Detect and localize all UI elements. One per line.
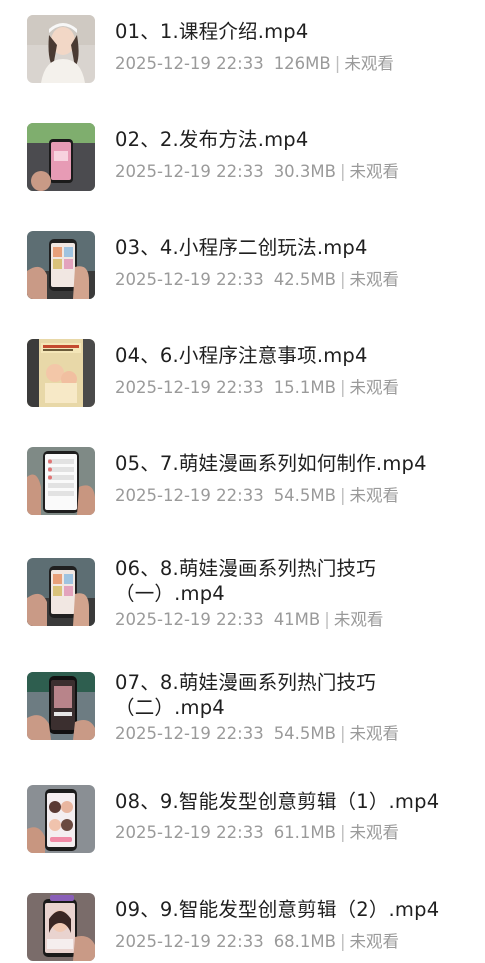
video-file-meta: 2025-12-19 22:33 30.3MB | 未观看 bbox=[115, 161, 399, 183]
meta-divider: | bbox=[339, 486, 346, 505]
video-file-meta: 2025-12-19 22:33 126MB | 未观看 bbox=[115, 53, 394, 75]
meta-divider: | bbox=[334, 54, 341, 73]
video-file-title: 05、7.萌娃漫画系列如何制作.mp4 bbox=[115, 452, 427, 475]
file-size: 15.1MB bbox=[273, 378, 336, 397]
video-file-title: 06、8.萌娃漫画系列热门技巧（一）.mp4 bbox=[115, 557, 376, 605]
video-file-meta: 2025-12-19 22:33 68.1MB | 未观看 bbox=[115, 931, 399, 953]
video-file-title: 08、9.智能发型创意剪辑（1）.mp4 bbox=[115, 790, 440, 813]
meta-divider: | bbox=[339, 724, 346, 743]
watch-status: 未观看 bbox=[349, 724, 400, 743]
watch-status: 未观看 bbox=[349, 823, 400, 842]
video-thumbnail[interactable] bbox=[27, 15, 95, 83]
video-file-title: 04、6.小程序注意事项.mp4 bbox=[115, 344, 368, 367]
video-file-meta: 2025-12-19 22:33 54.5MB | 未观看 bbox=[115, 485, 399, 507]
video-file-meta: 2025-12-19 22:33 42.5MB | 未观看 bbox=[115, 269, 399, 291]
video-thumbnail[interactable] bbox=[27, 558, 95, 626]
watch-status: 未观看 bbox=[349, 270, 400, 289]
file-date: 2025-12-19 22:33 bbox=[115, 54, 264, 73]
file-size: 41MB bbox=[273, 610, 321, 629]
video-thumbnail[interactable] bbox=[27, 447, 95, 515]
file-date: 2025-12-19 22:33 bbox=[115, 610, 264, 629]
file-date: 2025-12-19 22:33 bbox=[115, 378, 264, 397]
file-size: 68.1MB bbox=[273, 932, 336, 951]
file-size: 126MB bbox=[273, 54, 331, 73]
file-date: 2025-12-19 22:33 bbox=[115, 486, 264, 505]
video-thumbnail[interactable] bbox=[27, 231, 95, 299]
watch-status: 未观看 bbox=[349, 378, 400, 397]
watch-status: 未观看 bbox=[333, 610, 384, 629]
meta-divider: | bbox=[339, 270, 346, 289]
watch-status: 未观看 bbox=[344, 54, 394, 73]
meta-divider: | bbox=[339, 378, 346, 397]
file-date: 2025-12-19 22:33 bbox=[115, 823, 264, 842]
meta-divider: | bbox=[324, 610, 330, 629]
video-file-title: 03、4.小程序二创玩法.mp4 bbox=[115, 236, 368, 259]
video-file-list: 01、1.课程介绍.mp4 2025-12-19 22:33 126MB | 未观看 02… bbox=[0, 0, 485, 963]
watch-status: 未观看 bbox=[349, 932, 400, 951]
video-file-meta: 2025-12-19 22:33 15.1MB | 未观看 bbox=[115, 377, 399, 399]
video-thumbnail[interactable] bbox=[27, 339, 95, 407]
video-thumbnail[interactable] bbox=[27, 123, 95, 191]
file-size: 30.3MB bbox=[273, 162, 336, 181]
file-size: 61.1MB bbox=[273, 823, 336, 842]
video-thumbnail[interactable] bbox=[27, 893, 95, 961]
file-size: 42.5MB bbox=[273, 270, 336, 289]
video-file-meta: 2025-12-19 22:33 41MB | 未观看 bbox=[115, 609, 383, 631]
file-date: 2025-12-19 22:33 bbox=[115, 724, 264, 743]
video-file-title: 01、1.课程介绍.mp4 bbox=[115, 20, 309, 43]
video-file-meta: 2025-12-19 22:33 54.5MB | 未观看 bbox=[115, 723, 399, 745]
file-date: 2025-12-19 22:33 bbox=[115, 270, 264, 289]
file-date: 2025-12-19 22:33 bbox=[115, 162, 264, 181]
file-date: 2025-12-19 22:33 bbox=[115, 932, 264, 951]
meta-divider: | bbox=[339, 162, 346, 181]
video-file-title: 02、2.发布方法.mp4 bbox=[115, 128, 309, 151]
video-file-title: 07、8.萌娃漫画系列热门技巧（二）.mp4 bbox=[115, 671, 376, 719]
file-size: 54.5MB bbox=[273, 724, 336, 743]
meta-divider: | bbox=[339, 823, 346, 842]
meta-divider: | bbox=[339, 932, 346, 951]
video-thumbnail[interactable] bbox=[27, 672, 95, 740]
watch-status: 未观看 bbox=[349, 486, 400, 505]
video-file-title: 09、9.智能发型创意剪辑（2）.mp4 bbox=[115, 898, 440, 921]
watch-status: 未观看 bbox=[349, 162, 400, 181]
video-thumbnail[interactable] bbox=[27, 785, 95, 853]
file-size: 54.5MB bbox=[273, 486, 336, 505]
video-file-meta: 2025-12-19 22:33 61.1MB | 未观看 bbox=[115, 822, 399, 844]
